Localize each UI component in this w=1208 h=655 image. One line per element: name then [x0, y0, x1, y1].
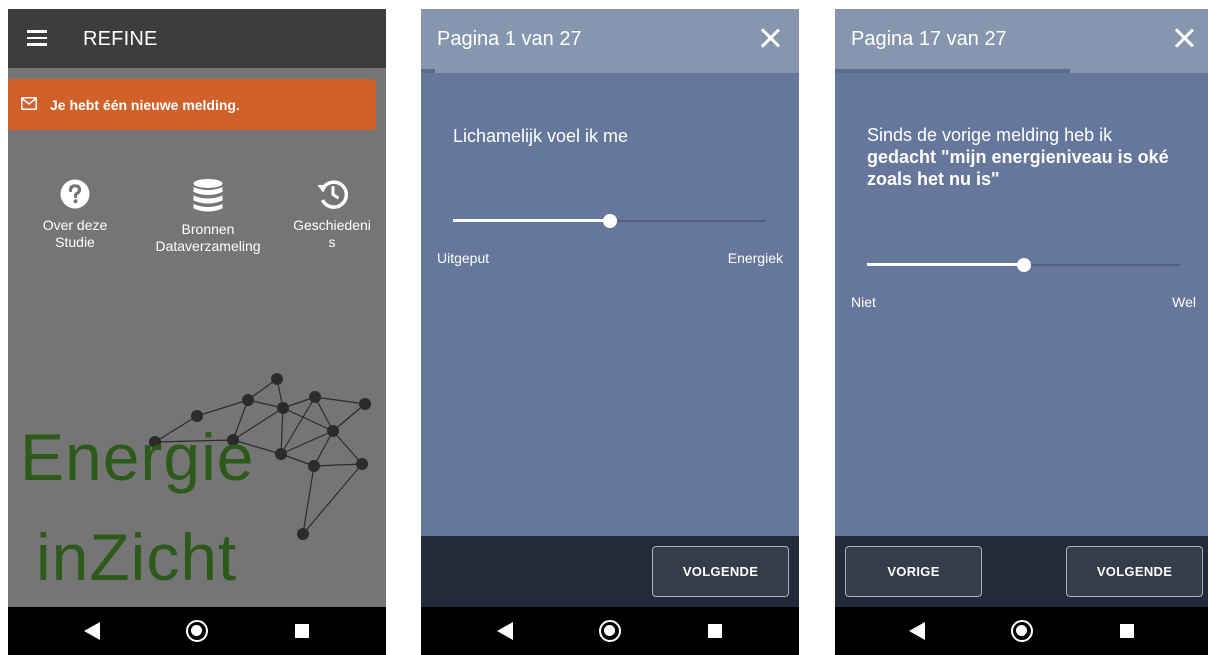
help-circle-icon [60, 179, 90, 209]
answer-slider[interactable] [867, 255, 1180, 275]
slider-thumb[interactable] [602, 214, 617, 228]
back-icon[interactable] [84, 622, 100, 640]
next-button[interactable]: VOLGENDE [1066, 546, 1203, 597]
slider-max-label: Wel [1172, 294, 1196, 310]
database-icon [193, 179, 223, 212]
home-icon[interactable] [599, 620, 621, 642]
answer-slider[interactable] [453, 211, 766, 231]
previous-button[interactable]: VORIGE [845, 546, 982, 597]
menu-icon[interactable] [27, 30, 47, 46]
menu-history[interactable]: Geschiedeni s [272, 179, 386, 251]
slider-active-track [867, 263, 1024, 266]
question-header: Pagina 17 van 27 [835, 9, 1208, 73]
question-footer: VOLGENDE [421, 536, 799, 607]
menu-about-study[interactable]: Over deze Studie [15, 179, 135, 251]
close-icon[interactable] [1174, 28, 1194, 48]
app-title: REFINE [83, 28, 158, 50]
history-icon [317, 180, 348, 209]
question-intro: Sinds de vorige melding heb ik [867, 125, 1113, 145]
menu-about-label: Over deze Studie [42, 217, 108, 250]
next-button[interactable]: VOLGENDE [652, 546, 789, 597]
system-nav-bar [421, 607, 799, 655]
page-indicator: Pagina 17 van 27 [851, 28, 1007, 50]
question-text: Sinds de vorige melding heb ik gedacht "… [867, 124, 1187, 190]
progress-fill [421, 69, 435, 73]
menu-data-sources[interactable]: Bronnen Dataverzameling [148, 179, 268, 255]
back-icon[interactable] [497, 622, 513, 640]
notification-banner[interactable]: Je hebt één nieuwe melding. [8, 79, 376, 130]
slider-active-track [453, 219, 610, 222]
slider-min-label: Niet [851, 294, 876, 310]
back-icon[interactable] [909, 622, 925, 640]
mail-icon [21, 97, 37, 110]
logo-text-energie: Energie [20, 420, 255, 494]
menu-data-sources-label: Bronnen Dataverzameling [155, 221, 261, 254]
question-bold: gedacht "mijn energieniveau is oké zoals… [867, 147, 1169, 189]
question-footer: VORIGE VOLGENDE [835, 536, 1208, 607]
progress-bar [835, 69, 1208, 73]
system-nav-bar [8, 607, 386, 655]
recent-apps-icon[interactable] [708, 624, 722, 638]
page-indicator: Pagina 1 van 27 [437, 28, 582, 50]
home-screen: REFINE Je hebt één nieuwe melding. Over … [8, 9, 386, 655]
notification-text: Je hebt één nieuwe melding. [50, 97, 240, 113]
slider-max-label: Energiek [727, 250, 783, 266]
menu-history-label: Geschiedeni s [293, 217, 371, 250]
question-screen-17: Pagina 17 van 27 Sinds de vorige melding… [835, 9, 1208, 655]
progress-fill [835, 69, 1070, 73]
question-text: Lichamelijk voel ik me [453, 126, 629, 146]
system-nav-bar [835, 607, 1208, 655]
home-icon[interactable] [1011, 620, 1033, 642]
app-bar: REFINE [8, 9, 386, 68]
progress-bar [421, 69, 799, 73]
logo-text-inzicht: inZicht [36, 520, 238, 594]
slider-min-label: Uitgeput [437, 250, 490, 266]
slider-thumb[interactable] [1016, 258, 1031, 272]
close-icon[interactable] [760, 28, 780, 48]
recent-apps-icon[interactable] [295, 624, 309, 638]
question-screen-1: Pagina 1 van 27 Lichamelijk voel ik me U… [421, 9, 799, 655]
recent-apps-icon[interactable] [1120, 624, 1134, 638]
home-icon[interactable] [186, 620, 208, 642]
question-header: Pagina 1 van 27 [421, 9, 799, 73]
